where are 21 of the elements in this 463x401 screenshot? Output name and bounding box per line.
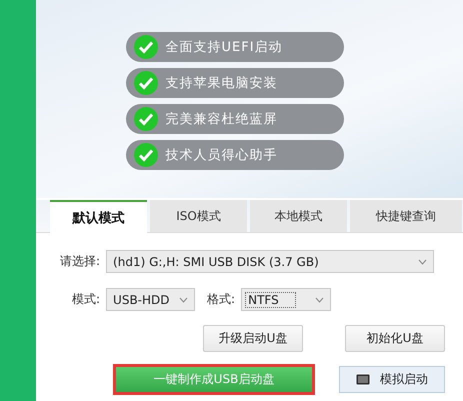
field-label: 请选择:: [60, 253, 100, 270]
mode-dropdown[interactable]: USB-HDD: [106, 288, 196, 311]
feature-text: 完美兼容杜绝蓝屏: [166, 111, 278, 128]
tab[interactable]: 本地模式: [250, 200, 347, 232]
tab[interactable]: 快捷键查询: [350, 200, 462, 232]
simulate-boot-button[interactable]: 模拟启动: [339, 366, 445, 393]
feature-text: 全面支持UEFI启动: [166, 39, 283, 56]
dropdown-caret-icon: [418, 258, 428, 264]
action-button[interactable]: 升级启动U盘: [203, 325, 303, 352]
tab[interactable]: 默认模式: [50, 200, 147, 233]
feature-text: 支持苹果电脑安装: [166, 75, 278, 92]
field-label: 格式:: [207, 291, 236, 308]
dropdown-caret-icon: [179, 296, 188, 302]
dropdown-caret-icon: [315, 296, 324, 302]
format-dropdown[interactable]: NTFS: [241, 288, 332, 311]
device-dropdown[interactable]: (hd1) G:,H: SMI USB DISK (3.7 GB): [106, 250, 434, 273]
tab[interactable]: ISO模式: [150, 200, 247, 232]
feature-text: 技术人员得心助手: [166, 147, 278, 164]
action-button[interactable]: 初始化U盘: [345, 325, 445, 352]
terminal-icon: [356, 374, 370, 385]
field-label: 模式:: [72, 291, 100, 308]
